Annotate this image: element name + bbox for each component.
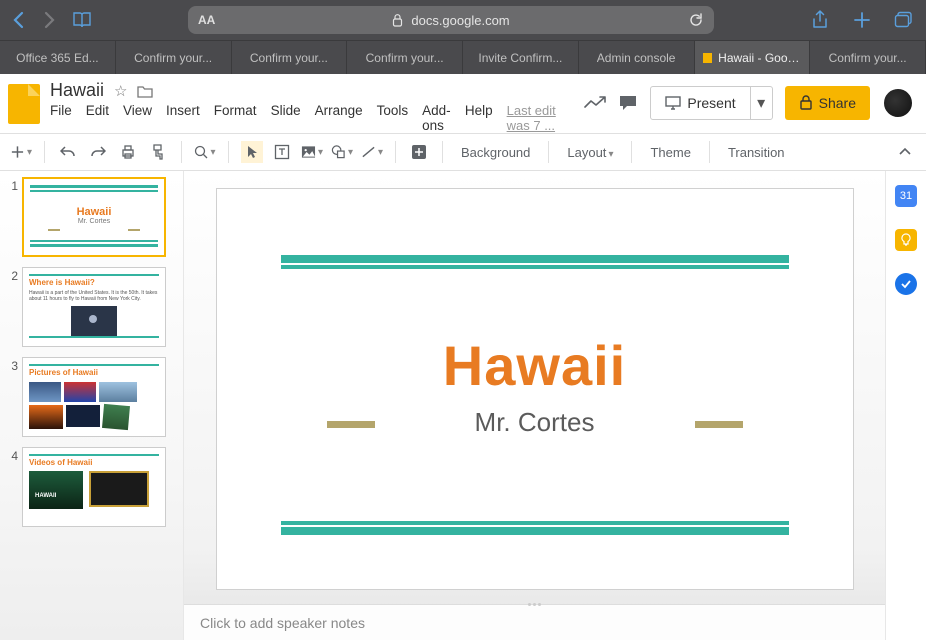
line-tool-button[interactable]: ▾: [361, 141, 383, 163]
menu-edit[interactable]: Edit: [86, 103, 109, 133]
lock-icon: [799, 95, 813, 111]
slide-title-text[interactable]: Hawaii: [217, 333, 853, 398]
workspace: 1 Hawaii Mr. Cortes 2 Where is: [0, 171, 926, 640]
menu-slide[interactable]: Slide: [271, 103, 301, 133]
tasks-icon[interactable]: [895, 273, 917, 295]
transition-button[interactable]: Transition: [722, 145, 791, 160]
back-button[interactable]: [12, 11, 26, 29]
main-slide[interactable]: Hawaii Mr. Cortes: [217, 189, 853, 589]
browser-tab[interactable]: Office 365 Ed...: [0, 41, 116, 74]
browser-tab[interactable]: Invite Confirm...: [463, 41, 579, 74]
menu-bar: File Edit View Insert Format Slide Arran…: [50, 103, 564, 133]
select-tool-button[interactable]: [241, 141, 263, 163]
slide-number: 4: [4, 447, 18, 463]
menu-view[interactable]: View: [123, 103, 152, 133]
calendar-icon[interactable]: 31: [895, 185, 917, 207]
theme-button[interactable]: Theme: [644, 145, 696, 160]
side-panel: 31: [886, 171, 926, 640]
slide-number: 3: [4, 357, 18, 373]
menu-addons[interactable]: Add-ons: [422, 103, 451, 133]
keep-icon[interactable]: [895, 229, 917, 251]
share-button[interactable]: Share: [785, 86, 870, 120]
address-host: docs.google.com: [411, 13, 509, 28]
comments-icon[interactable]: [618, 94, 638, 112]
doc-title[interactable]: Hawaii: [50, 80, 104, 101]
browser-tab-active[interactable]: Hawaii - Goog...: [695, 41, 811, 74]
lock-icon: [392, 14, 403, 27]
filmstrip[interactable]: 1 Hawaii Mr. Cortes 2 Where is: [0, 171, 184, 640]
star-icon[interactable]: ☆: [114, 82, 127, 100]
menu-insert[interactable]: Insert: [166, 103, 200, 133]
layout-button[interactable]: Layout▾: [561, 145, 619, 160]
redo-button[interactable]: [87, 141, 109, 163]
account-avatar[interactable]: [882, 87, 914, 119]
notes-placeholder: Click to add speaker notes: [200, 615, 365, 631]
menu-help[interactable]: Help: [465, 103, 493, 133]
undo-button[interactable]: [57, 141, 79, 163]
textbox-tool-button[interactable]: [271, 141, 293, 163]
safari-nav-bar: AA docs.google.com: [0, 0, 926, 40]
paint-format-button[interactable]: [147, 141, 169, 163]
speaker-notes[interactable]: Click to add speaker notes: [184, 604, 885, 640]
header-actions: Present ▾ Share: [584, 86, 914, 120]
shape-tool-button[interactable]: ▾: [331, 141, 353, 163]
notes-resize-handle[interactable]: [515, 600, 555, 608]
present-screen-icon: [665, 96, 681, 110]
forward-button[interactable]: [42, 11, 56, 29]
browser-tab[interactable]: Admin console: [579, 41, 695, 74]
menu-arrange[interactable]: Arrange: [315, 103, 363, 133]
activity-icon[interactable]: [584, 95, 606, 111]
present-button[interactable]: Present ▾: [650, 86, 772, 120]
slide-subtitle-text[interactable]: Mr. Cortes: [217, 407, 853, 438]
new-slide-button[interactable]: ▾: [10, 141, 32, 163]
zoom-button[interactable]: ▾: [194, 141, 216, 163]
browser-tab[interactable]: Confirm your...: [347, 41, 463, 74]
print-button[interactable]: [117, 141, 139, 163]
address-bar[interactable]: AA docs.google.com: [188, 6, 714, 34]
accent-bar: [695, 421, 743, 428]
accent-bar: [327, 421, 375, 428]
reading-list-icon[interactable]: [72, 10, 92, 30]
slide-number: 2: [4, 267, 18, 283]
menu-format[interactable]: Format: [214, 103, 257, 133]
last-edit-link[interactable]: Last edit was 7 ...: [507, 103, 565, 133]
toolbar: ▾ ▾ ▾ ▾ ▾ Background Layout▾ Theme Trans…: [0, 133, 926, 171]
doc-titlebar: Hawaii ☆ File Edit View Insert Format Sl…: [0, 74, 926, 133]
google-slides-app: Hawaii ☆ File Edit View Insert Format Sl…: [0, 74, 926, 640]
comment-tool-button[interactable]: [408, 141, 430, 163]
browser-tab[interactable]: Confirm your...: [232, 41, 348, 74]
slide-thumbnail-1[interactable]: Hawaii Mr. Cortes: [22, 177, 166, 257]
browser-tab[interactable]: Confirm your...: [810, 41, 926, 74]
image-tool-button[interactable]: ▾: [301, 141, 323, 163]
canvas-area: Hawaii Mr. Cortes Click to add speaker n…: [184, 171, 886, 640]
slide-thumbnail-2[interactable]: Where is Hawaii? Hawaii is a part of the…: [22, 267, 166, 347]
menu-file[interactable]: File: [50, 103, 72, 133]
reader-font-icon[interactable]: AA: [198, 13, 215, 27]
tabs-icon[interactable]: [894, 10, 914, 30]
background-button[interactable]: Background: [455, 145, 536, 160]
browser-tab[interactable]: Confirm your...: [116, 41, 232, 74]
slide-number: 1: [4, 177, 18, 193]
move-folder-icon[interactable]: [137, 84, 153, 98]
slides-logo-icon[interactable]: [8, 84, 40, 124]
favicon-icon: [703, 53, 713, 63]
present-more-button[interactable]: ▾: [750, 87, 772, 119]
safari-tab-strip: Office 365 Ed... Confirm your... Confirm…: [0, 40, 926, 74]
refresh-icon[interactable]: [688, 12, 704, 28]
collapse-toolbar-button[interactable]: [894, 141, 916, 163]
slide-thumbnail-3[interactable]: Pictures of Hawaii: [22, 357, 166, 437]
share-icon[interactable]: [810, 10, 830, 30]
new-tab-icon[interactable]: [852, 10, 872, 30]
slide-thumbnail-4[interactable]: Videos of Hawaii: [22, 447, 166, 527]
menu-tools[interactable]: Tools: [377, 103, 409, 133]
